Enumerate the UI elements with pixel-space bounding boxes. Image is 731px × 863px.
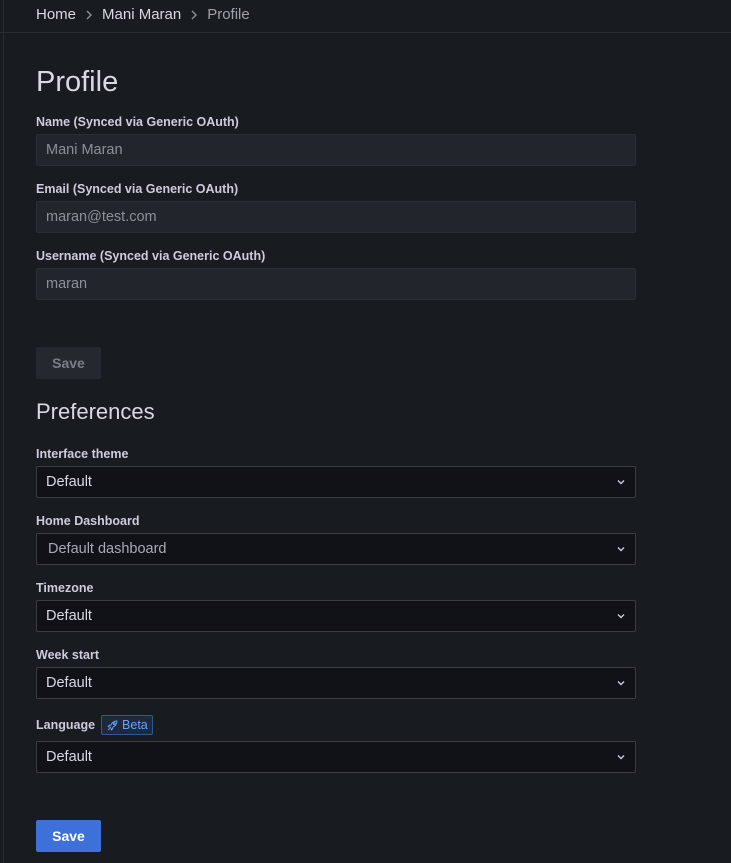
timezone-select-value: Default (46, 608, 92, 624)
email-label: Email (Synced via Generic OAuth) (36, 182, 239, 196)
language-label-row: Language Beta (36, 714, 636, 736)
language-label: Language (36, 718, 96, 732)
name-field[interactable] (36, 134, 636, 166)
breadcrumb: Home Mani Maran Profile (36, 6, 250, 24)
breadcrumb-profile: Profile (207, 6, 250, 23)
week-start-label: Week start (36, 648, 99, 662)
theme-select[interactable]: Default (36, 466, 636, 498)
beta-badge-label: Beta (122, 718, 148, 732)
preferences-title: Preferences (36, 399, 155, 424)
timezone-select[interactable]: Default (36, 600, 636, 632)
beta-badge: Beta (101, 715, 153, 735)
email-field-group: Email (Synced via Generic OAuth) (36, 181, 636, 233)
name-label: Name (Synced via Generic OAuth) (36, 115, 239, 129)
chevron-down-icon (616, 545, 626, 553)
preferences-save-button[interactable]: Save (36, 820, 101, 852)
chevron-right-icon (85, 10, 93, 20)
week-start-select-value: Default (46, 675, 92, 691)
timezone-label: Timezone (36, 581, 94, 595)
breadcrumb-user[interactable]: Mani Maran (102, 6, 181, 24)
page-title: Profile (36, 66, 119, 98)
home-dashboard-label: Home Dashboard (36, 514, 140, 528)
rocket-icon (106, 719, 119, 732)
chevron-down-icon (616, 679, 626, 687)
username-field-group: Username (Synced via Generic OAuth) (36, 248, 636, 300)
theme-field-group: Interface theme Default (36, 446, 636, 498)
breadcrumb-home[interactable]: Home (36, 6, 76, 24)
language-select-value: Default (46, 749, 92, 765)
language-field-group: Language Beta Default (36, 714, 636, 773)
username-field[interactable] (36, 268, 636, 300)
breadcrumb-bar: Home Mani Maran Profile (0, 0, 731, 33)
week-start-select[interactable]: Default (36, 667, 636, 699)
week-start-field-group: Week start Default (36, 647, 636, 699)
home-dashboard-field-group: Home Dashboard Default dashboard (36, 513, 636, 565)
language-select[interactable]: Default (36, 741, 636, 773)
home-dashboard-select-value: Default dashboard (48, 541, 167, 557)
chevron-down-icon (616, 612, 626, 620)
chevron-down-icon (616, 753, 626, 761)
chevron-down-icon (616, 478, 626, 486)
home-dashboard-select[interactable]: Default dashboard (36, 533, 636, 565)
sidebar-edge (0, 0, 4, 863)
theme-label: Interface theme (36, 447, 129, 461)
theme-select-value: Default (46, 474, 92, 490)
name-field-group: Name (Synced via Generic OAuth) (36, 114, 636, 166)
chevron-right-icon (190, 10, 198, 20)
timezone-field-group: Timezone Default (36, 580, 636, 632)
profile-save-button[interactable]: Save (36, 347, 101, 379)
username-label: Username (Synced via Generic OAuth) (36, 249, 266, 263)
email-field[interactable] (36, 201, 636, 233)
